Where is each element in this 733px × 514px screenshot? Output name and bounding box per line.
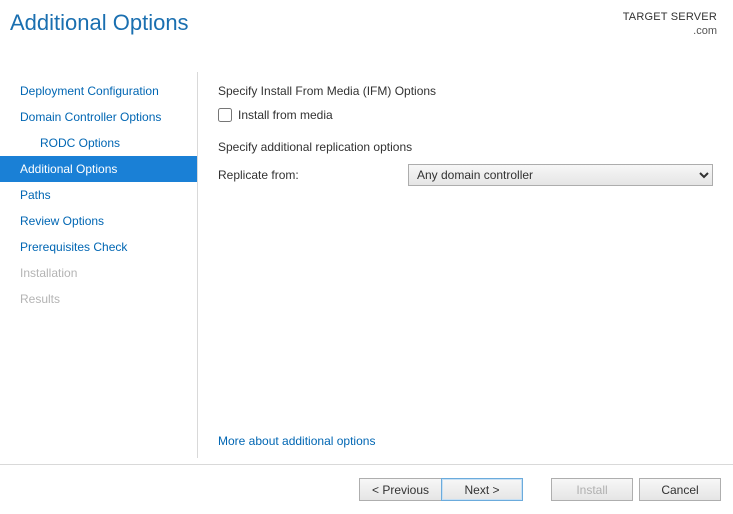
page-title: Additional Options [6,10,189,36]
sidebar-item-rodc-options[interactable]: RODC Options [0,130,197,156]
replication-heading: Specify additional replication options [218,140,713,154]
sidebar-item-prerequisites-check[interactable]: Prerequisites Check [0,234,197,260]
replicate-from-label: Replicate from: [218,168,408,182]
install-button: Install [551,478,633,501]
sidebar-item-paths[interactable]: Paths [0,182,197,208]
ifm-heading: Specify Install From Media (IFM) Options [218,84,713,98]
install-from-media-row[interactable]: Install from media [218,108,713,122]
sidebar-item-additional-options[interactable]: Additional Options [0,156,197,182]
sidebar-item-installation: Installation [0,260,197,286]
wizard-sidebar: Deployment ConfigurationDomain Controlle… [0,72,198,458]
sidebar-item-review-options[interactable]: Review Options [0,208,197,234]
install-from-media-checkbox[interactable] [218,108,232,122]
sidebar-item-deployment-configuration[interactable]: Deployment Configuration [0,78,197,104]
next-button[interactable]: Next > [441,478,523,501]
target-server-value: .com [623,24,717,38]
previous-button[interactable]: < Previous [359,478,441,501]
wizard-footer: < Previous Next > Install Cancel [0,464,733,514]
wizard-content: Specify Install From Media (IFM) Options… [198,72,733,458]
install-from-media-label: Install from media [238,108,333,122]
more-about-link[interactable]: More about additional options [218,434,375,448]
replicate-from-select[interactable]: Any domain controller [408,164,713,186]
sidebar-item-results: Results [0,286,197,312]
target-server-label: TARGET SERVER [623,10,717,24]
target-server-block: TARGET SERVER .com [623,10,717,39]
sidebar-item-domain-controller-options[interactable]: Domain Controller Options [0,104,197,130]
cancel-button[interactable]: Cancel [639,478,721,501]
